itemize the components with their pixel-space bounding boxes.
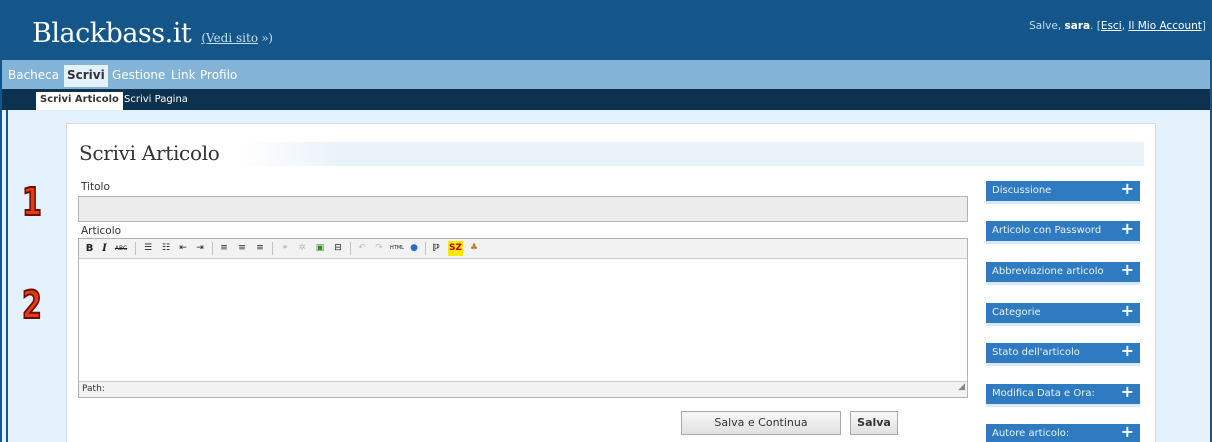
bullet-list-icon[interactable]: ☰	[141, 241, 155, 256]
content-editor[interactable]: B I ABC ☰ ☷ ⇤ ⇥ ≡ ≡ ≡ ⚭ ✲ ▣ ⊟ ↶ ↷ HTML ●…	[78, 238, 968, 398]
nav-item-link[interactable]: Link	[168, 65, 199, 85]
toolbar-separator	[272, 242, 273, 255]
box-label: Discussione	[992, 185, 1052, 196]
editor-statusbar: Path: ◢	[79, 381, 967, 397]
annotation-marker-2: 2	[21, 282, 42, 328]
main-navigation: Bacheca Scrivi Gestione Link Profilo	[2, 60, 1210, 89]
user-info: Salve, sara. [Esci, Il Mio Account]	[1029, 20, 1206, 32]
plus-icon[interactable]: +	[1121, 382, 1134, 402]
box-label: Stato dell'articolo	[992, 347, 1080, 358]
undo-icon[interactable]: ↶	[355, 241, 369, 256]
box-stato[interactable]: Stato dell'articolo +	[986, 341, 1140, 366]
save-button[interactable]: Salva	[850, 411, 898, 435]
box-label: Modifica Data e Ora:	[992, 388, 1095, 399]
text-tool-icon[interactable]: ℙ	[429, 241, 443, 256]
left-border	[6, 110, 8, 442]
align-right-icon[interactable]: ≡	[253, 241, 267, 256]
plus-icon[interactable]: +	[1121, 219, 1134, 239]
numbered-list-icon[interactable]: ☷	[159, 241, 173, 256]
page-heading: Scrivi Articolo	[78, 141, 1144, 166]
italic-button[interactable]: I	[100, 241, 109, 256]
subnav-item-scrivi-articolo[interactable]: Scrivi Articolo	[36, 92, 123, 110]
sub-navigation: Scrivi Articolo Scrivi Pagina	[2, 89, 1210, 110]
plus-icon[interactable]: +	[1121, 422, 1134, 442]
path-label: Path:	[82, 384, 105, 394]
toolbar-separator	[350, 242, 351, 255]
site-name: Blackbass.it	[32, 18, 192, 49]
page-title: Scrivi Articolo	[79, 141, 220, 165]
userbar-separator: . [	[1090, 20, 1101, 32]
strikethrough-button[interactable]: ABC	[113, 241, 129, 256]
image-icon[interactable]: ▣	[313, 241, 327, 256]
plus-icon[interactable]: +	[1121, 301, 1134, 321]
annotation-marker-1: 1	[21, 179, 42, 225]
redo-icon[interactable]: ↷	[372, 241, 386, 256]
box-autore[interactable]: Autore articolo: +	[986, 422, 1140, 442]
more-tag-icon[interactable]: ⊟	[331, 241, 345, 256]
nav-item-bacheca[interactable]: Bacheca	[5, 65, 62, 85]
sz-button[interactable]: SZ	[448, 241, 463, 256]
box-categorie[interactable]: Categorie +	[986, 301, 1140, 326]
outdent-icon[interactable]: ⇤	[176, 241, 190, 256]
html-button[interactable]: HTML	[388, 241, 406, 256]
link-icon[interactable]: ⚭	[278, 241, 292, 256]
plugin-icon[interactable]: ♣	[467, 241, 481, 256]
nav-item-gestione[interactable]: Gestione	[109, 65, 168, 85]
box-label: Autore articolo:	[992, 428, 1070, 439]
help-icon[interactable]: ●	[407, 241, 421, 256]
unlink-icon[interactable]: ✲	[295, 241, 309, 256]
greeting-text: Salve,	[1029, 20, 1065, 32]
title-input[interactable]	[78, 196, 968, 222]
userbar-close-bracket: ]	[1201, 20, 1206, 32]
nav-item-profilo[interactable]: Profilo	[197, 65, 240, 85]
toolbar-separator	[425, 242, 426, 255]
username: sara	[1064, 20, 1091, 32]
toolbar-separator	[135, 242, 136, 255]
content-label: Articolo	[81, 225, 122, 237]
plus-icon[interactable]: +	[1121, 179, 1134, 199]
box-label: Categorie	[992, 307, 1041, 318]
box-abbreviazione[interactable]: Abbreviazione articolo +	[986, 260, 1140, 285]
box-label: Articolo con Password	[992, 225, 1102, 236]
view-site-arrow: »)	[258, 31, 273, 45]
indent-icon[interactable]: ⇥	[193, 241, 207, 256]
admin-header: Blackbass.it (Vedi sito ») Salve, sara. …	[2, 2, 1210, 60]
editor-toolbar: B I ABC ☰ ☷ ⇤ ⇥ ≡ ≡ ≡ ⚭ ✲ ▣ ⊟ ↶ ↷ HTML ●…	[79, 239, 967, 259]
box-label: Abbreviazione articolo	[992, 266, 1104, 277]
subnav-item-scrivi-pagina[interactable]: Scrivi Pagina	[120, 92, 192, 108]
my-account-link[interactable]: Il Mio Account	[1128, 20, 1202, 32]
align-center-icon[interactable]: ≡	[235, 241, 249, 256]
logout-link[interactable]: Esci	[1101, 20, 1122, 32]
align-left-icon[interactable]: ≡	[217, 241, 231, 256]
resize-grip-icon[interactable]: ◢	[958, 380, 965, 395]
box-password[interactable]: Articolo con Password +	[986, 219, 1140, 244]
toolbar-separator	[212, 242, 213, 255]
save-continue-button[interactable]: Salva e Continua	[681, 411, 841, 435]
view-site-link[interactable]: (Vedi sito	[201, 31, 258, 45]
box-discussione[interactable]: Discussione +	[986, 179, 1140, 204]
title-label: Titolo	[81, 181, 110, 193]
site-title: Blackbass.it (Vedi sito »)	[32, 18, 273, 49]
plus-icon[interactable]: +	[1121, 341, 1134, 361]
plus-icon[interactable]: +	[1121, 260, 1134, 280]
nav-item-scrivi[interactable]: Scrivi	[64, 65, 108, 87]
bold-button[interactable]: B	[85, 241, 94, 256]
box-data-ora[interactable]: Modifica Data e Ora: +	[986, 382, 1140, 407]
